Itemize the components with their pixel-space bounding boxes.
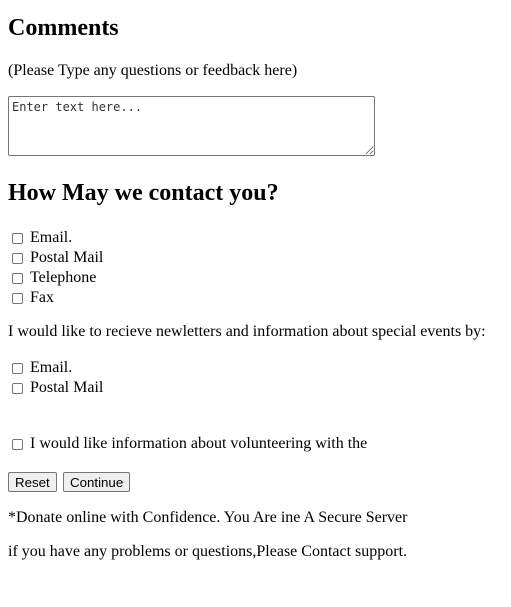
contact-option-telephone[interactable]: Telephone — [12, 268, 96, 288]
newsletter-postal-mail-checkbox[interactable] — [12, 382, 23, 394]
newsletter-option-label: Email. — [30, 359, 73, 376]
contact-option-label: Fax — [30, 289, 54, 306]
comments-hint: (Please Type any questions or feedback h… — [8, 62, 298, 79]
contact-telephone-checkbox[interactable] — [12, 272, 23, 284]
newsletter-option-label: Postal Mail — [30, 379, 104, 396]
newsletter-email-checkbox[interactable] — [12, 362, 23, 374]
support-note: if you have any problems or questions,Pl… — [8, 543, 408, 560]
contact-email-checkbox[interactable] — [12, 232, 23, 244]
volunteer-option[interactable]: I would like information about volunteer… — [12, 434, 367, 454]
donate-note: *Donate online with Confidence. You Are … — [8, 509, 408, 526]
newsletter-option-postal-mail[interactable]: Postal Mail — [12, 378, 103, 398]
volunteer-checkbox[interactable] — [12, 438, 23, 450]
contact-heading: How May we contact you? — [8, 180, 279, 206]
comments-heading: Comments — [8, 15, 119, 41]
contact-postal-mail-checkbox[interactable] — [12, 252, 23, 264]
volunteer-label: I would like information about volunteer… — [30, 435, 368, 452]
contact-option-postal-mail[interactable]: Postal Mail — [12, 248, 103, 268]
contact-option-label: Telephone — [30, 269, 97, 286]
contact-option-label: Postal Mail — [30, 249, 104, 266]
contact-option-email[interactable]: Email. — [12, 228, 72, 248]
continue-button[interactable]: Continue — [63, 472, 131, 492]
contact-option-label: Email. — [30, 229, 73, 246]
contact-fax-checkbox[interactable] — [12, 292, 23, 304]
contact-option-fax[interactable]: Fax — [12, 288, 54, 308]
comments-textarea[interactable] — [8, 96, 375, 156]
newsletter-option-email[interactable]: Email. — [12, 358, 72, 378]
reset-button[interactable]: Reset — [8, 472, 57, 492]
newsletter-prompt: I would like to recieve newletters and i… — [8, 323, 486, 340]
